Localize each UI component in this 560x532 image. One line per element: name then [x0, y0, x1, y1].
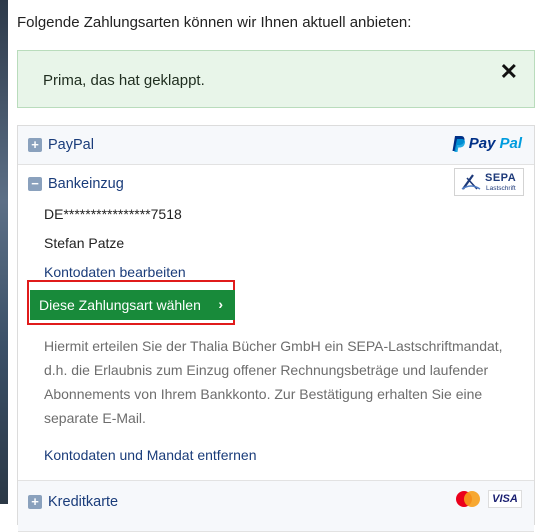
- close-icon[interactable]: ✕: [500, 61, 518, 83]
- mastercard-logo: [456, 491, 480, 507]
- mandate-text: Hiermit erteilen Sie der Thalia Bücher G…: [44, 338, 503, 426]
- success-alert: Prima, das hat geklappt. ✕: [17, 50, 535, 108]
- bankeinzug-label[interactable]: Bankeinzug: [48, 176, 124, 192]
- background-strip: [0, 0, 8, 504]
- card-logos: VISA: [454, 490, 522, 508]
- payment-methods-panel: + PayPal Pay Pal − Bankeinzug SEPA Lastsc…: [17, 125, 535, 532]
- kreditkarte-label[interactable]: Kreditkarte: [48, 494, 118, 510]
- paypal-logo-pay: Pay: [468, 135, 496, 152]
- payment-option-paypal[interactable]: + PayPal Pay Pal: [18, 126, 534, 165]
- remove-account-link[interactable]: Kontodaten und Mandat entfernen: [44, 447, 257, 463]
- choose-payment-button[interactable]: Diese Zahlungsart wählen ›: [30, 290, 235, 320]
- paypal-p-icon: [452, 135, 465, 152]
- minus-icon[interactable]: −: [28, 177, 42, 191]
- visa-label: VISA: [492, 493, 518, 505]
- iban-text: DE****************7518: [44, 206, 182, 222]
- payment-option-bankeinzug: − Bankeinzug SEPA Lastschrift DE********…: [18, 165, 534, 485]
- alert-message: Prima, das hat geklappt.: [43, 72, 205, 89]
- choose-button-label: Diese Zahlungsart wählen: [39, 297, 201, 313]
- sepa-subtitle: Lastschrift: [486, 185, 516, 192]
- sepa-mark-icon: [461, 174, 481, 190]
- chevron-right-icon: ›: [218, 296, 223, 312]
- visa-logo: VISA: [488, 490, 522, 508]
- account-holder: Stefan Patze: [44, 235, 125, 251]
- sepa-title: SEPA: [485, 172, 517, 184]
- plus-icon[interactable]: +: [28, 138, 42, 152]
- plus-icon[interactable]: +: [28, 495, 42, 509]
- paypal-logo-pal: Pal: [499, 135, 522, 152]
- edit-account-link[interactable]: Kontodaten bearbeiten: [44, 264, 186, 280]
- sepa-logo: SEPA Lastschrift: [454, 168, 524, 196]
- paypal-logo: Pay Pal: [452, 135, 522, 152]
- intro-text: Folgende Zahlungsarten können wir Ihnen …: [17, 14, 412, 31]
- paypal-label[interactable]: PayPal: [48, 137, 94, 153]
